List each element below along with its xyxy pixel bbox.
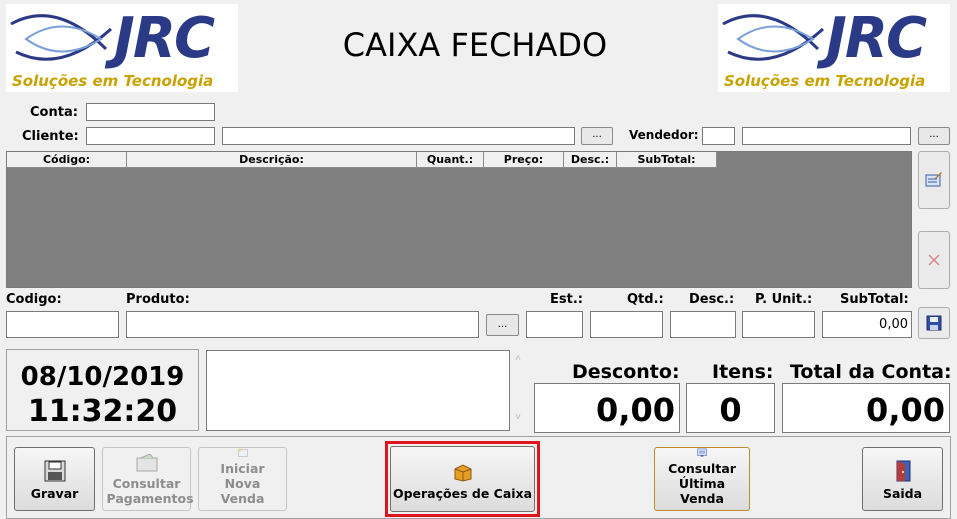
- vendedor-name-input[interactable]: [742, 127, 911, 145]
- iniciar-nova-venda-button[interactable]: Iniciar Nova Venda: [198, 447, 287, 511]
- fish-logo-icon: [722, 14, 825, 61]
- new-sale-icon: [237, 448, 248, 457]
- datetime-panel: 08/10/2019 11:32:20: [6, 349, 199, 431]
- punit-label: P. Unit.:: [755, 292, 813, 307]
- total-display: 0,00: [782, 383, 950, 433]
- delete-row-icon: [928, 254, 940, 266]
- notes-memo[interactable]: [206, 350, 510, 431]
- logo-right: JRC Soluções em Tecnologia: [718, 4, 950, 92]
- save-icon: [926, 315, 942, 331]
- vendedor-label: Vendedor:: [629, 128, 699, 142]
- vendedor-lookup-button[interactable]: ...: [918, 127, 950, 145]
- vendedor-code-input[interactable]: [702, 127, 735, 145]
- col-codigo[interactable]: Código:: [7, 152, 127, 168]
- date-display: 08/10/2019: [20, 362, 185, 392]
- consultar-ultima-venda-label: Consultar Última Venda: [668, 461, 736, 506]
- logo-tagline: Soluções em Tecnologia: [724, 72, 926, 90]
- save-item-button[interactable]: [918, 307, 950, 339]
- conta-input[interactable]: [86, 103, 215, 121]
- produto-lookup-button[interactable]: ...: [486, 314, 519, 336]
- punit-input[interactable]: [742, 311, 815, 338]
- last-sale-icon: [697, 448, 707, 457]
- gravar-button[interactable]: Gravar: [14, 447, 95, 511]
- cliente-name-input[interactable]: [222, 127, 575, 145]
- gravar-label: Gravar: [30, 486, 79, 501]
- subtotal-label: SubTotal:: [840, 292, 909, 307]
- edit-item-button[interactable]: [918, 151, 950, 209]
- floppy-save-icon: [44, 460, 65, 482]
- cliente-lookup-button[interactable]: ...: [581, 127, 613, 145]
- produto-label: Produto:: [126, 292, 190, 307]
- saida-label: Saida: [882, 486, 923, 501]
- codigo-input[interactable]: [6, 311, 119, 338]
- total-label: Total da Conta:: [790, 361, 952, 383]
- produto-input[interactable]: [126, 311, 479, 338]
- items-grid[interactable]: Código: Descrição: Quant.: Preço: Desc.:…: [6, 151, 912, 288]
- fish-logo-icon: [10, 14, 113, 61]
- logo-text: JRC: [114, 6, 215, 71]
- notes-scrollbar[interactable]: ˄ ˅: [510, 350, 526, 431]
- col-quant[interactable]: Quant.:: [417, 152, 484, 168]
- qtd-input[interactable]: [590, 311, 663, 338]
- scroll-up-icon[interactable]: ˄: [510, 353, 526, 364]
- col-subtotal[interactable]: SubTotal:: [617, 152, 717, 168]
- conta-label: Conta:: [30, 105, 78, 120]
- itens-label: Itens:: [712, 361, 774, 383]
- cliente-code-input[interactable]: [86, 127, 215, 145]
- logo-text: JRC: [826, 6, 927, 71]
- consultar-pagamentos-button[interactable]: Consultar Pagamentos: [102, 447, 194, 511]
- scroll-down-icon[interactable]: ˅: [510, 412, 526, 423]
- exit-door-icon: [896, 460, 910, 482]
- subtotal-input[interactable]: 0,00: [822, 311, 912, 338]
- est-label: Est.:: [550, 292, 583, 307]
- consultar-ultima-venda-button[interactable]: Consultar Última Venda: [654, 447, 750, 511]
- col-desc[interactable]: Desc.:: [564, 152, 617, 168]
- time-display: 11:32:20: [27, 394, 178, 429]
- saida-button[interactable]: Saida: [862, 447, 943, 511]
- qtd-label: Qtd.:: [627, 292, 664, 307]
- col-preco[interactable]: Preço:: [484, 152, 564, 168]
- cliente-label: Cliente:: [22, 129, 79, 144]
- delete-item-button[interactable]: [918, 231, 950, 289]
- payments-icon: [136, 454, 157, 472]
- desc-label: Desc.:: [689, 292, 735, 307]
- col-descricao[interactable]: Descrição:: [127, 152, 417, 168]
- operacoes-caixa-highlight: [385, 441, 540, 517]
- desc-input[interactable]: [670, 311, 736, 338]
- desconto-display: 0,00: [534, 383, 680, 433]
- itens-display: 0: [686, 383, 775, 433]
- logo-tagline: Soluções em Tecnologia: [12, 72, 214, 90]
- codigo-label: Codigo:: [6, 292, 62, 307]
- desconto-label: Desconto:: [572, 361, 680, 383]
- edit-row-icon: [925, 172, 942, 187]
- est-input[interactable]: [526, 311, 583, 338]
- iniciar-nova-venda-label: Iniciar Nova Venda: [220, 461, 265, 506]
- consultar-pagamentos-label: Consultar Pagamentos: [106, 476, 194, 506]
- page-title: CAIXA FECHADO: [342, 26, 608, 64]
- logo-left: JRC Soluções em Tecnologia: [6, 4, 238, 92]
